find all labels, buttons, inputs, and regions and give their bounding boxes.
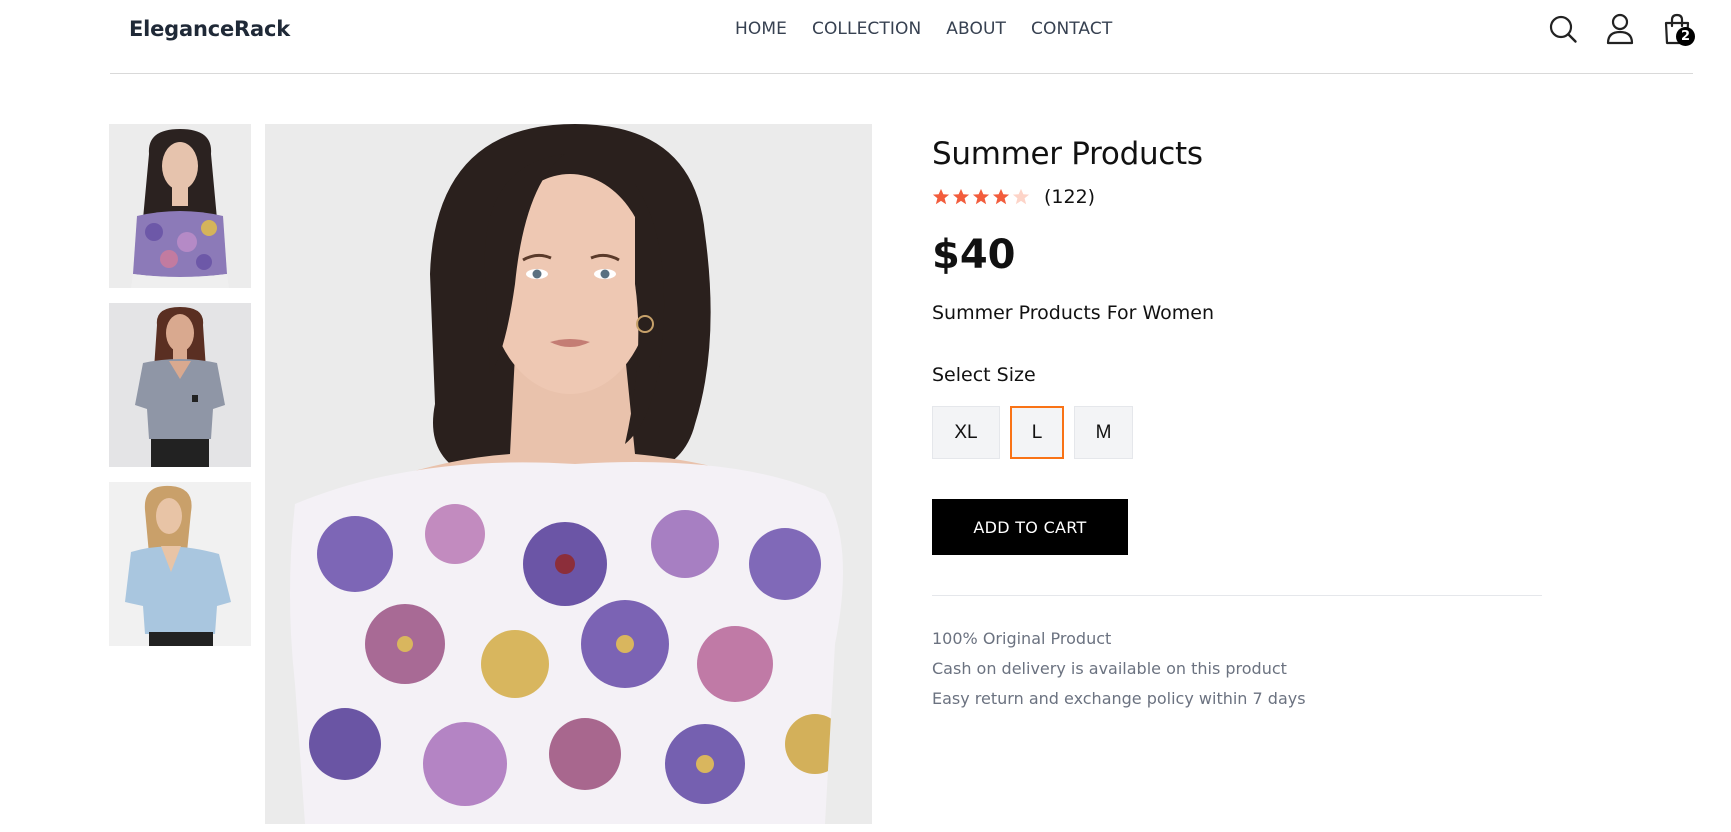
thumbnail-floral-top[interactable] <box>109 124 251 288</box>
product-rating: (122) <box>932 184 1542 210</box>
main-nav: HOME COLLECTION ABOUT CONTACT <box>735 19 1112 39</box>
product-title: Summer Products <box>932 136 1203 172</box>
main-product-image <box>265 124 872 824</box>
site-header: EleganceRack HOME COLLECTION ABOUT CONTA… <box>110 0 1695 74</box>
size-options: XL L M <box>932 406 1542 459</box>
add-to-cart-button[interactable]: ADD TO CART <box>932 499 1128 555</box>
search-icon[interactable] <box>1547 10 1579 48</box>
product-description: Summer Products For Women <box>932 302 1215 324</box>
nav-home[interactable]: HOME <box>735 19 787 39</box>
star-icon-3 <box>972 188 990 205</box>
size-label: Select Size <box>932 364 1036 386</box>
policy-return: Easy return and exchange policy within 7… <box>932 689 1306 708</box>
product-page: EleganceRack HOME COLLECTION ABOUT CONTA… <box>0 0 1731 832</box>
product-details: Summer Products (122) $40 Summer Product… <box>932 124 1542 714</box>
brand-logo[interactable]: EleganceRack <box>129 17 290 41</box>
thumbnail-list <box>109 124 251 661</box>
size-option-l[interactable]: L <box>1010 406 1064 459</box>
policy-original: 100% Original Product <box>932 629 1112 648</box>
divider <box>932 595 1542 596</box>
star-icon-4 <box>992 188 1010 205</box>
review-count: (122) <box>1044 186 1096 208</box>
header-actions: 2 <box>1547 10 1695 48</box>
nav-about[interactable]: ABOUT <box>946 19 1006 39</box>
thumbnail-blue-shirt[interactable] <box>109 482 251 646</box>
thumbnail-grey-tee[interactable] <box>109 303 251 467</box>
policy-cod: Cash on delivery is available on this pr… <box>932 659 1287 678</box>
star-icon-1 <box>932 188 950 205</box>
product-policies: 100% Original Product Cash on delivery i… <box>932 624 1542 714</box>
user-icon[interactable] <box>1604 10 1636 48</box>
star-icon-2 <box>952 188 970 205</box>
product-price: $40 <box>932 232 1016 278</box>
cart-count-badge: 2 <box>1676 27 1695 46</box>
nav-collection[interactable]: COLLECTION <box>812 19 921 39</box>
nav-contact[interactable]: CONTACT <box>1031 19 1112 39</box>
size-option-xl[interactable]: XL <box>932 406 1000 459</box>
star-outline-icon-5 <box>1012 188 1030 205</box>
size-option-m[interactable]: M <box>1074 406 1133 459</box>
shopping-bag-icon[interactable]: 2 <box>1661 10 1695 48</box>
